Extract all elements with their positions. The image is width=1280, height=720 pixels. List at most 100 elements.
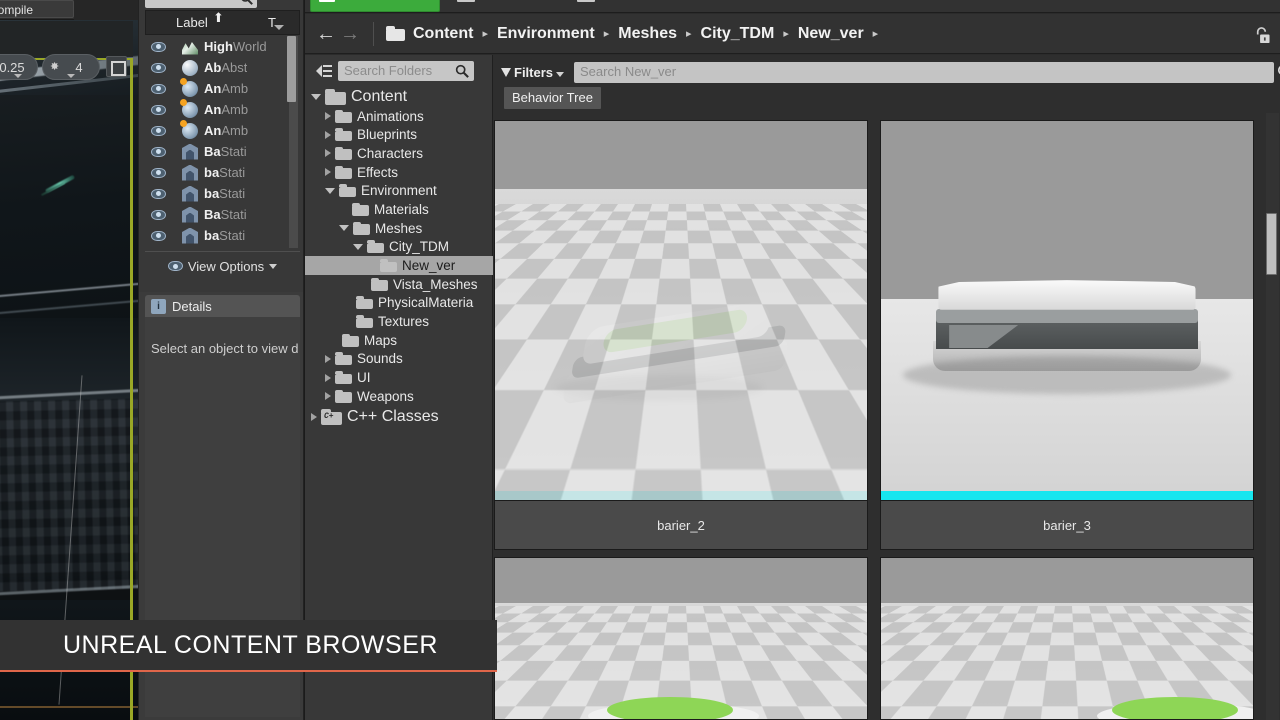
visibility-eye-icon[interactable] (151, 62, 166, 73)
visibility-eye-icon[interactable] (151, 41, 166, 52)
tree-node-content[interactable]: Content (305, 88, 493, 107)
save-all-button[interactable] (573, 0, 681, 12)
expand-open-icon[interactable] (325, 187, 335, 194)
tree-node-environment[interactable]: Environment (305, 181, 493, 200)
search-folders-input[interactable]: Search Folders (338, 61, 474, 81)
visibility-eye-icon[interactable] (151, 83, 166, 94)
folder-tree-list[interactable]: Content Animations Blueprints Characters… (305, 88, 493, 428)
expand-closed-icon[interactable] (325, 130, 331, 139)
tree-node-sounds[interactable]: Sounds (305, 350, 493, 369)
arrow-left-icon[interactable]: ← (315, 23, 337, 45)
tree-node-materials[interactable]: Materials (305, 200, 493, 219)
folder-icon (335, 146, 352, 160)
outliner-row[interactable]: AnAmb (145, 77, 300, 99)
tree-node-vista-meshes[interactable]: Vista_Meshes (305, 275, 493, 294)
outliner-row-list[interactable]: HighWorld AbAbst AnAmb AnAmb AnAmb BaSta… (145, 36, 300, 248)
asset-tile-grid[interactable]: barier_2 barier_3 (493, 113, 1280, 720)
asset-thumbnail[interactable] (880, 557, 1254, 720)
view-options-button[interactable]: View Options (145, 255, 300, 277)
tree-node-physicalmaterials[interactable]: PhysicalMateria (305, 294, 493, 313)
outliner-row-label: AnAmb (204, 102, 249, 117)
outliner-row[interactable]: baStati (145, 183, 300, 204)
filters-button[interactable]: Filters (497, 63, 568, 82)
visibility-eye-icon[interactable] (151, 167, 166, 178)
breadcrumb-item-meshes[interactable]: Meshes (618, 25, 677, 43)
thumbnail-contact-shadow (903, 355, 1231, 394)
expand-closed-icon[interactable] (325, 354, 331, 363)
level-viewport[interactable] (0, 0, 140, 720)
asset-thumbnail[interactable] (494, 120, 868, 501)
import-button[interactable] (453, 0, 561, 12)
breadcrumb-item-content[interactable]: Content (413, 25, 473, 43)
outliner-search-input[interactable] (145, 0, 257, 8)
outliner-row[interactable]: AnAmb (145, 119, 300, 141)
static-mesh-icon (182, 185, 198, 202)
visibility-eye-icon[interactable] (151, 104, 166, 115)
breadcrumb: ← → Content ▸ Environment ▸ Meshes ▸ Cit… (305, 14, 1280, 54)
outliner-row[interactable]: AnAmb (145, 98, 300, 120)
outliner-row[interactable]: baStati (145, 162, 300, 183)
tree-node-label: PhysicalMateria (378, 295, 474, 311)
visibility-eye-icon[interactable] (151, 209, 166, 220)
add-new-button[interactable] (310, 0, 440, 12)
breadcrumb-item-environment[interactable]: Environment (497, 25, 595, 43)
asset-thumbnail[interactable] (880, 120, 1254, 501)
collapse-panel-icon[interactable] (313, 63, 333, 79)
tree-node-characters[interactable]: Characters (305, 144, 493, 163)
visibility-eye-icon[interactable] (151, 125, 166, 136)
outliner-row[interactable]: BaStati (145, 204, 300, 225)
asset-tile[interactable] (880, 557, 1254, 720)
landscape-icon (182, 42, 198, 55)
asset-tile[interactable]: barier_2 (494, 120, 868, 552)
tree-node-cpp-classes[interactable]: C+ C++ Classes (305, 406, 493, 428)
tree-node-maps[interactable]: Maps (305, 331, 493, 350)
expand-open-icon[interactable] (311, 94, 321, 101)
unlock-icon[interactable] (1253, 26, 1270, 45)
asset-scrollbar-thumb[interactable] (1266, 213, 1277, 275)
compile-button[interactable]: Compile (0, 0, 74, 18)
expand-closed-icon[interactable] (311, 412, 317, 421)
scale-snap-caret-icon[interactable] (67, 74, 75, 78)
tree-node-city-tdm[interactable]: City_TDM (305, 238, 493, 257)
tree-node-label: Textures (378, 314, 430, 330)
tree-node-textures[interactable]: Textures (305, 312, 493, 331)
asset-tile[interactable] (494, 557, 868, 720)
asset-thumbnail[interactable] (494, 557, 868, 720)
asset-scrollbar-track[interactable] (1266, 113, 1279, 720)
tree-node-effects[interactable]: Effects (305, 163, 493, 182)
static-mesh-icon (182, 143, 198, 160)
arrow-right-icon[interactable]: → (339, 23, 361, 45)
breadcrumb-item-new-ver[interactable]: New_ver (798, 25, 864, 43)
caption-banner: UNREAL CONTENT BROWSER (0, 620, 497, 672)
outliner-row[interactable]: baStati (145, 225, 300, 246)
tree-node-new-ver[interactable]: New_ver (305, 256, 493, 275)
grid-snap-caret-icon[interactable] (14, 74, 22, 78)
tree-node-ui[interactable]: UI (305, 368, 493, 387)
asset-search-input[interactable]: Search New_ver (574, 62, 1280, 83)
expand-closed-icon[interactable] (325, 112, 331, 121)
asset-tile[interactable]: barier_3 (880, 120, 1254, 552)
filter-chip-behavior-tree[interactable]: Behavior Tree (504, 87, 601, 109)
outliner-row[interactable]: HighWorld (145, 36, 300, 57)
outliner-row[interactable]: AbAbst (145, 57, 300, 78)
visibility-eye-icon[interactable] (151, 230, 166, 241)
breadcrumb-item-city-tdm[interactable]: City_TDM (701, 25, 775, 43)
visibility-eye-icon[interactable] (151, 146, 166, 157)
expand-closed-icon[interactable] (325, 392, 331, 401)
tree-node-blueprints[interactable]: Blueprints (305, 125, 493, 144)
outliner-row-label: AbAbst (204, 60, 248, 75)
visibility-eye-icon[interactable] (151, 188, 166, 199)
details-tab[interactable]: i Details (145, 295, 300, 317)
expand-closed-icon[interactable] (325, 149, 331, 158)
expand-open-icon[interactable] (353, 243, 363, 250)
expand-closed-icon[interactable] (325, 168, 331, 177)
tree-node-meshes[interactable]: Meshes (305, 219, 493, 238)
expand-open-icon[interactable] (339, 225, 349, 232)
outliner-row[interactable]: BaStati (145, 141, 300, 162)
expand-closed-icon[interactable] (325, 373, 331, 382)
tree-node-weapons[interactable]: Weapons (305, 387, 493, 406)
maximize-viewport-button[interactable] (106, 56, 127, 77)
tree-node-animations[interactable]: Animations (305, 107, 493, 126)
